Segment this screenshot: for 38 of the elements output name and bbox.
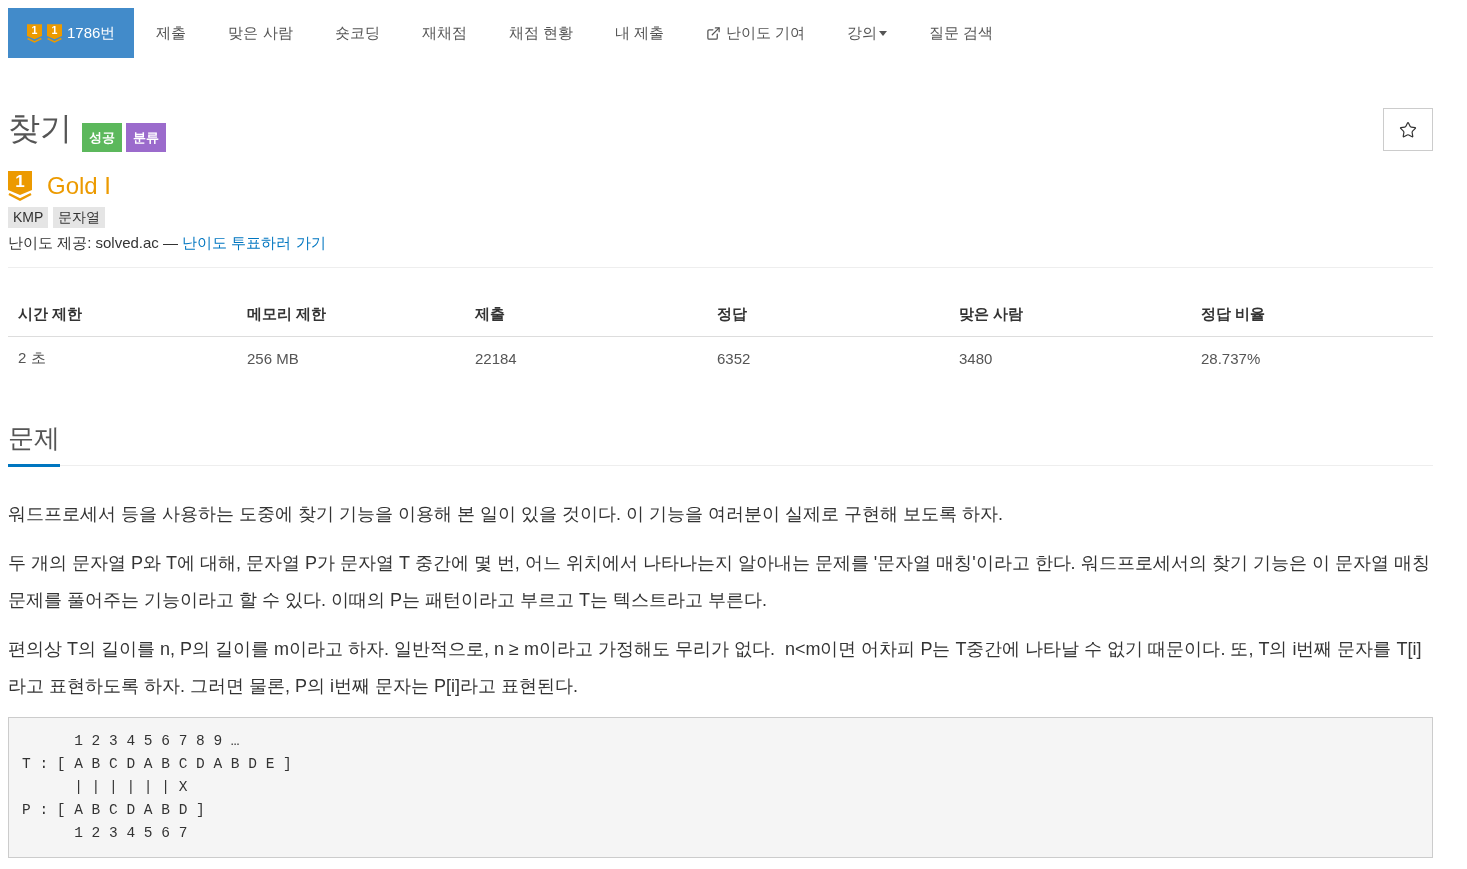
code-block: 1 2 3 4 5 6 7 8 9 … T : [ A B C D A B C D A B D E ] | | | | | | X P : [ A B C D A B D ] 1 2 3 4 5 6 7: [8, 717, 1433, 858]
nav-tab[interactable]: 강의: [827, 8, 908, 58]
algorithm-tag[interactable]: 문자열: [53, 207, 106, 228]
table-cell-text: 2 초: [17, 348, 47, 368]
nav-tab[interactable]: 제출: [136, 8, 207, 58]
nav-tab[interactable]: 내 제출: [594, 8, 684, 58]
caret-icon: [879, 30, 888, 36]
nav-tab[interactable]: 질문 검색: [909, 8, 1014, 58]
problem-title: 찾기: [8, 109, 72, 148]
tier-name: Gold I: [47, 172, 112, 200]
difficulty-credit: 난이도 제공: solved.ac — 난이도 투표하러 가기: [8, 233, 327, 253]
table-cell-text: 3480: [958, 349, 994, 369]
nav-tab[interactable]: 1 1 1786번: [8, 8, 135, 58]
problem-label[interactable]: 분류: [126, 123, 166, 152]
nav-tab[interactable]: 숏코딩: [314, 8, 400, 58]
algorithm-tag[interactable]: KMP: [8, 207, 49, 228]
table-header-cell: 시간 제한: [8, 292, 237, 337]
problem-paragraph: 워드프로세서 등을 사용하는 도중에 찾기 기능을 이용해 본 일이 있을 것이다. 이 기능을 여러분이 실제로 구현해 보도록 하자.: [8, 503, 1005, 526]
table-header-cell: 정답: [707, 292, 949, 337]
table-header-cell: 맞은 사람: [949, 292, 1191, 337]
star-icon: [1399, 120, 1417, 139]
vote-link[interactable]: 난이도 투표하러 가기: [182, 234, 326, 251]
problem-paragraph: 두 개의 문자열 P와 T에 대해, 문자열 P가 문자열 T 중간에 몇 번, 어느 위치에서 나타나는지 알아내는 문제를 '문자열 매칭'이라고 한다. 워드프로세서의 찾기 기능은 이 문자열 매칭 문제를 풀어주는 기능이라고 할 수 있다. 이때의 P는 패턴이라고 부르고 T는 텍스트라고 부른다.: [8, 552, 1431, 612]
favorite-button[interactable]: [1383, 108, 1433, 151]
problem-paragraph: 편의상 T의 길이를 n, P의 길이를 m이라고 하자. 일반적으로, n ≥ m이라고 가정해도 무리가 없다. n<m이면 어차피 P는 T중간에 나타날 수 없기 때문이다. 또, T의 i번째 문자를 T[i]라고 표현하도록 하자. 그러면 물론, P의 i번째 문자는 P[i]라고 표현된다.: [8, 638, 1423, 698]
nav-tab[interactable]: 재채점: [401, 8, 487, 58]
external-link-icon: [705, 25, 721, 41]
nav-tab[interactable]: 채점 현황: [488, 8, 593, 58]
table-cell-text: 28.737%: [1200, 349, 1262, 369]
nav-tab[interactable]: 난이도 기여: [685, 8, 826, 58]
table-header-cell: 메모리 제한: [237, 292, 465, 337]
table-header-cell: 정답 비율: [1191, 292, 1433, 337]
table-cell-text: 256 MB: [246, 349, 300, 369]
section-title: 문제: [8, 420, 60, 467]
nav-tab[interactable]: 맞은 사람: [208, 8, 313, 58]
table-cell-text: 22184: [474, 349, 518, 369]
table-cell-text: 6352: [716, 349, 752, 369]
table-header-cell: 제출: [465, 292, 707, 337]
